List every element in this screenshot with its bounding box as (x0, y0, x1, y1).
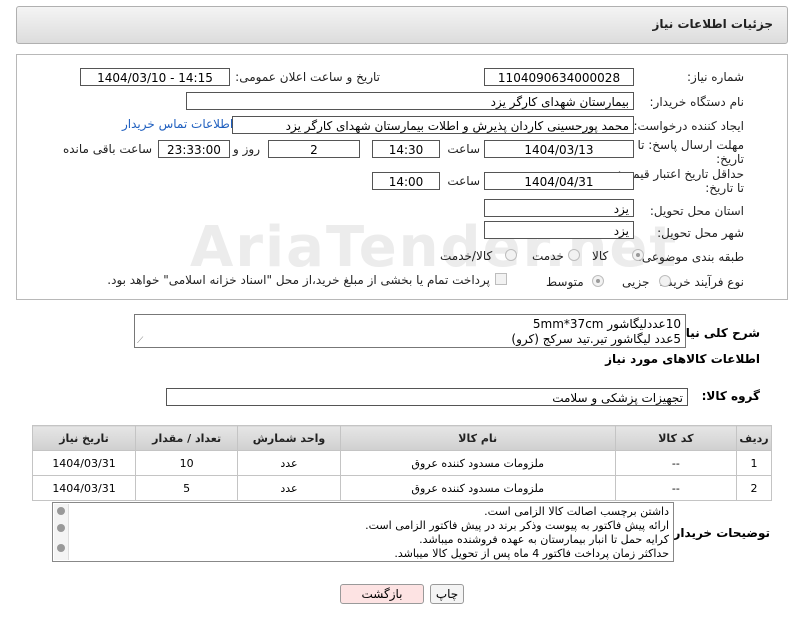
announce-label: تاریخ و ساعت اعلان عمومی: (235, 70, 380, 84)
buyer-note-line-4: حداکثر زمان پرداخت فاکتور 4 ماه پس از تح… (394, 547, 669, 560)
print-button[interactable]: چاپ (430, 584, 464, 604)
cell-row: 1 (736, 450, 772, 476)
process-radio-medium[interactable] (592, 275, 604, 287)
cell-unit: عدد (237, 450, 341, 476)
process-label: نوع فرآیند خرید : (659, 275, 744, 289)
announce-field: 1404/03/10 - 14:15 (80, 68, 230, 86)
buyer-org-label: نام دستگاه خریدار: (649, 95, 745, 109)
cell-item-code: -- (614, 475, 738, 501)
col-item-code: کد کالا (614, 425, 738, 451)
reply-deadline-label-2: تاریخ: (716, 152, 744, 166)
table-row[interactable]: 1404/03/31 5 عدد ملزومات مسدود کننده عرو… (31, 475, 772, 501)
category-option-goods: کالا (592, 249, 609, 263)
delivery-city-field: یزد (484, 221, 634, 239)
col-unit: واحد شمارش (237, 425, 341, 451)
price-validity-time-field: 14:00 (372, 172, 440, 190)
need-number-label: شماره نیاز: (687, 70, 744, 84)
treasury-payment-note: پرداخت تمام یا بخشی از مبلغ خرید،از محل … (107, 273, 490, 287)
requester-field: محمد پورحسینی کاردان پذیرش و اطلات بیمار… (232, 116, 634, 134)
table-row[interactable]: 1404/03/31 10 عدد ملزومات مسدود کننده عر… (31, 450, 772, 476)
goods-group-label: گروه کالا: (701, 389, 760, 403)
col-quantity: تعداد / مقدار (135, 425, 239, 451)
buyer-notes-label: توضیحات خریدار: (668, 526, 770, 540)
summary-label: شرح کلی نیاز: (674, 326, 760, 340)
summary-line-2: 5عدد لیگاشور تیر.تید سرکج (کرو) (511, 332, 681, 346)
reply-deadline-label: مهلت ارسال پاسخ: تا (637, 138, 744, 152)
scroll-dot-icon (57, 507, 65, 515)
cell-item-name: ملزومات مسدود کننده عروق (339, 450, 616, 476)
back-button[interactable]: بازگشت (340, 584, 424, 604)
category-option-both: کالا/خدمت (440, 249, 493, 263)
process-option-minor: جزیی (622, 275, 650, 289)
resize-grip-icon[interactable]: ⟋ (137, 336, 143, 346)
reply-time-field: 14:30 (372, 140, 440, 158)
buyer-notes-box: داشتن برچسب اصالت کالا الزامی است. ارائه… (52, 502, 674, 562)
reply-time-label: ساعت (447, 142, 480, 156)
price-validity-date-field: 1404/04/31 (484, 172, 634, 190)
requester-label: ایجاد کننده درخواست: (633, 119, 744, 133)
price-validity-label: حداقل تاریخ اعتبار قیمت: (617, 167, 744, 181)
notes-scrollbar[interactable] (54, 504, 69, 560)
buyer-note-line-2: ارائه پیش فاکتور به پیوست وذکر برند در پ… (365, 519, 669, 532)
process-radio-minor[interactable] (659, 275, 671, 287)
process-option-medium: متوسط (546, 275, 584, 289)
cell-item-name: ملزومات مسدود کننده عروق (339, 475, 616, 501)
items-table: تاریخ نیاز تعداد / مقدار واحد شمارش نام … (31, 425, 772, 501)
goods-section-title: اطلاعات کالاهای مورد نیاز (605, 352, 760, 366)
cell-quantity: 5 (135, 475, 239, 501)
cell-need-date: 1404/03/31 (31, 475, 137, 501)
col-row: ردیف (736, 425, 772, 451)
remaining-time-field: 23:33:00 (158, 140, 230, 158)
col-item-name: نام کالا (339, 425, 616, 451)
remaining-label: ساعت باقی مانده (62, 142, 152, 156)
delivery-province-field: یزد (484, 199, 634, 217)
col-need-date: تاریخ نیاز (31, 425, 137, 451)
buyer-note-line-1: داشتن برچسب اصالت کالا الزامی است. (484, 505, 669, 518)
price-validity-label-2: تا تاریخ: (705, 181, 744, 195)
category-radio-both[interactable] (505, 249, 517, 261)
category-radio-goods[interactable] (632, 249, 644, 261)
cell-item-code: -- (614, 450, 738, 476)
reply-date-field: 1404/03/13 (484, 140, 634, 158)
days-label: روز و (233, 142, 260, 156)
cell-need-date: 1404/03/31 (31, 450, 137, 476)
cell-row: 2 (736, 475, 772, 501)
delivery-province-label: استان محل تحویل: (649, 204, 744, 218)
delivery-city-label: شهر محل تحویل: (657, 226, 744, 240)
reply-days-field: 2 (268, 140, 360, 158)
need-number-field: 1104090634000028 (484, 68, 634, 86)
price-validity-time-label: ساعت (447, 174, 480, 188)
page-header: جزئیات اطلاعات نیاز (16, 6, 788, 44)
buyer-note-line-3: کرایه حمل تا انبار بیمارستان به عهده فرو… (419, 533, 669, 546)
summary-line-1: 10عددلیگاشور 5mm*37cm (532, 317, 681, 331)
scroll-dot-icon (57, 524, 65, 532)
category-option-service: خدمت (532, 249, 564, 263)
treasury-payment-checkbox[interactable] (495, 273, 507, 285)
category-label: طبقه بندی موضوعی: (637, 250, 744, 264)
scroll-dot-icon (57, 544, 65, 552)
cell-quantity: 10 (135, 450, 239, 476)
buyer-org-field: بیمارستان شهدای کارگر یزد (186, 92, 634, 110)
table-header-row: تاریخ نیاز تعداد / مقدار واحد شمارش نام … (31, 425, 772, 451)
summary-textarea: 10عددلیگاشور 5mm*37cm 5عدد لیگاشور تیر.ت… (134, 314, 686, 348)
cell-unit: عدد (237, 475, 341, 501)
goods-group-field: تجهیزات پزشکی و سلامت (166, 388, 688, 406)
page-title: جزئیات اطلاعات نیاز (652, 17, 773, 31)
category-radio-service[interactable] (568, 249, 580, 261)
buyer-contact-link[interactable]: اطلاعات تماس خریدار (122, 117, 233, 131)
